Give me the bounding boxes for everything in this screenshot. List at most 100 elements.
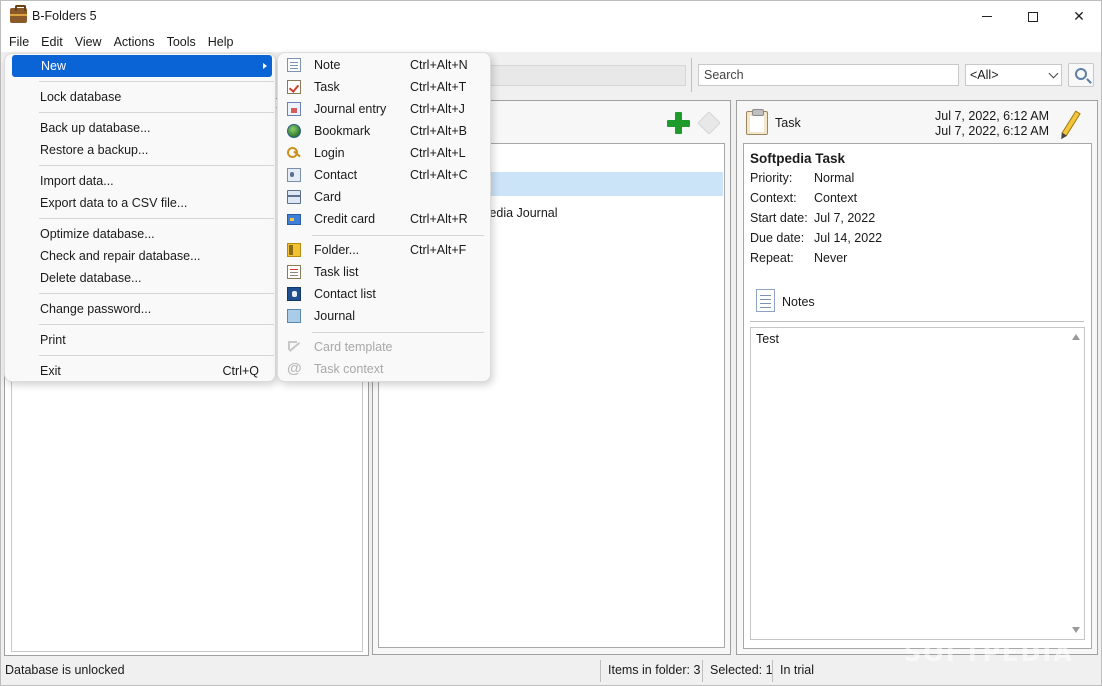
clipboard-icon	[746, 109, 768, 135]
notes-icon	[756, 289, 775, 312]
file-menu-lock-database[interactable]: Lock database	[5, 86, 275, 108]
start-date-value: Jul 7, 2022	[814, 211, 876, 225]
file-menu-print[interactable]: Print	[5, 329, 275, 351]
breadcrumb-field	[487, 65, 686, 86]
menu-actions[interactable]: Actions	[108, 32, 161, 52]
new-task-shortcut: Ctrl+Alt+T	[410, 80, 467, 94]
new-contact-list[interactable]: Contact list	[278, 283, 490, 305]
file-menu-delete-database[interactable]: Delete database...	[5, 267, 275, 289]
menu-separator	[312, 332, 484, 333]
created-date: Jul 7, 2022, 6:12 AM	[935, 109, 1049, 123]
new-note[interactable]: Note Ctrl+Alt+N	[278, 54, 490, 76]
selected-count: Selected: 1	[710, 663, 773, 677]
start-date-label: Start date:	[750, 211, 808, 225]
new-login-shortcut: Ctrl+Alt+L	[410, 146, 466, 160]
lock-status: Database is unlocked	[5, 663, 125, 677]
file-menu-import[interactable]: Import data...	[5, 170, 275, 192]
new-task-list[interactable]: Task list	[278, 261, 490, 283]
window-title: B-Folders 5	[32, 9, 97, 23]
new-journal-entry-label: Journal entry	[314, 102, 387, 116]
new-card[interactable]: Card	[278, 186, 490, 208]
status-separator	[600, 660, 601, 682]
new-contact-shortcut: Ctrl+Alt+C	[410, 168, 468, 182]
folder-icon	[287, 243, 301, 257]
task-list-icon	[287, 265, 301, 279]
file-menu-optimize[interactable]: Optimize database...	[5, 223, 275, 245]
new-folder-shortcut: Ctrl+Alt+F	[410, 243, 467, 257]
license-status: In trial	[780, 663, 815, 677]
briefcase-icon	[10, 5, 27, 23]
menu-separator	[39, 355, 274, 356]
app-window: B-Folders 5 ✕ File Edit View Actions Too…	[0, 0, 1102, 686]
pencil-icon[interactable]	[1061, 110, 1081, 137]
new-folder[interactable]: Folder... Ctrl+Alt+F	[278, 239, 490, 261]
new-credit-card[interactable]: Credit card Ctrl+Alt+R	[278, 208, 490, 230]
maximize-button[interactable]	[1010, 1, 1056, 32]
menu-edit[interactable]: Edit	[35, 32, 69, 52]
new-bookmark-label: Bookmark	[314, 124, 371, 138]
new-card-label: Card	[314, 190, 342, 204]
new-journal-entry[interactable]: Journal entry Ctrl+Alt+J	[278, 98, 490, 120]
new-contact[interactable]: Contact Ctrl+Alt+C	[278, 164, 490, 186]
file-menu-new-label: New	[41, 59, 67, 73]
new-note-label: Note	[314, 58, 341, 72]
menu-tools[interactable]: Tools	[161, 32, 202, 52]
file-menu-restore[interactable]: Restore a backup...	[5, 139, 275, 161]
menu-view[interactable]: View	[69, 32, 108, 52]
tag-icon[interactable]	[697, 111, 721, 135]
status-separator	[702, 660, 703, 682]
new-task-context-label: Task context	[314, 362, 384, 376]
file-menu-backup[interactable]: Back up database...	[5, 117, 275, 139]
card-icon	[287, 190, 301, 204]
title-bar: B-Folders 5 ✕	[1, 1, 1101, 32]
watermark: SOFTPEDIA	[904, 639, 1074, 667]
file-menu-export-csv[interactable]: Export data to a CSV file...	[5, 192, 275, 214]
new-login[interactable]: Login Ctrl+Alt+L	[278, 142, 490, 164]
new-login-label: Login	[314, 146, 345, 160]
new-credit-card-shortcut: Ctrl+Alt+R	[410, 212, 468, 226]
menu-bar: File Edit View Actions Tools Help	[1, 32, 1101, 52]
new-journal-entry-shortcut: Ctrl+Alt+J	[410, 102, 465, 116]
items-in-folder: Items in folder: 3	[608, 663, 701, 677]
maximize-icon	[1028, 11, 1038, 22]
menu-separator	[39, 112, 274, 113]
note-icon	[287, 58, 301, 72]
menu-help[interactable]: Help	[202, 32, 240, 52]
priority-value: Normal	[814, 171, 855, 185]
new-contact-label: Contact	[314, 168, 358, 182]
file-menu-exit[interactable]: Exit Ctrl+Q	[5, 360, 275, 382]
search-input[interactable]	[698, 64, 959, 86]
minimize-button[interactable]	[964, 1, 1010, 32]
search-button[interactable]	[1068, 63, 1094, 87]
new-bookmark[interactable]: Bookmark Ctrl+Alt+B	[278, 120, 490, 142]
new-card-template-label: Card template	[314, 340, 393, 354]
notes-textarea[interactable]: Test	[750, 327, 1085, 640]
detail-content: Softpedia Task Priority: Normal Context:…	[743, 143, 1092, 649]
menu-file[interactable]: File	[3, 32, 35, 52]
key-icon	[287, 146, 301, 160]
file-menu-change-password[interactable]: Change password...	[5, 298, 275, 320]
contact-card-icon	[287, 168, 301, 182]
new-journal[interactable]: Journal	[278, 305, 490, 327]
due-date-label: Due date:	[750, 231, 805, 245]
notes-text: Test	[756, 332, 779, 346]
repeat-value: Never	[814, 251, 848, 265]
minimize-icon	[982, 16, 992, 17]
context-select[interactable]: <All>	[965, 64, 1062, 86]
scroll-down-arrow[interactable]	[1072, 627, 1080, 633]
new-task[interactable]: Task Ctrl+Alt+T	[278, 76, 490, 98]
template-icon	[287, 340, 301, 354]
close-button[interactable]: ✕	[1056, 1, 1102, 32]
new-card-template: Card template	[278, 336, 490, 358]
menu-separator	[312, 235, 484, 236]
task-icon	[287, 80, 301, 94]
file-menu: New Lock database Back up database... Re…	[4, 53, 276, 382]
add-item-icon[interactable]	[666, 111, 690, 135]
status-separator	[772, 660, 773, 682]
repeat-label: Repeat:	[750, 251, 794, 265]
journal-entry-icon	[287, 102, 301, 116]
file-menu-check-repair[interactable]: Check and repair database...	[5, 245, 275, 267]
scroll-up-arrow[interactable]	[1072, 334, 1080, 340]
toolbar-separator	[691, 58, 692, 92]
file-menu-new[interactable]: New	[12, 55, 272, 77]
